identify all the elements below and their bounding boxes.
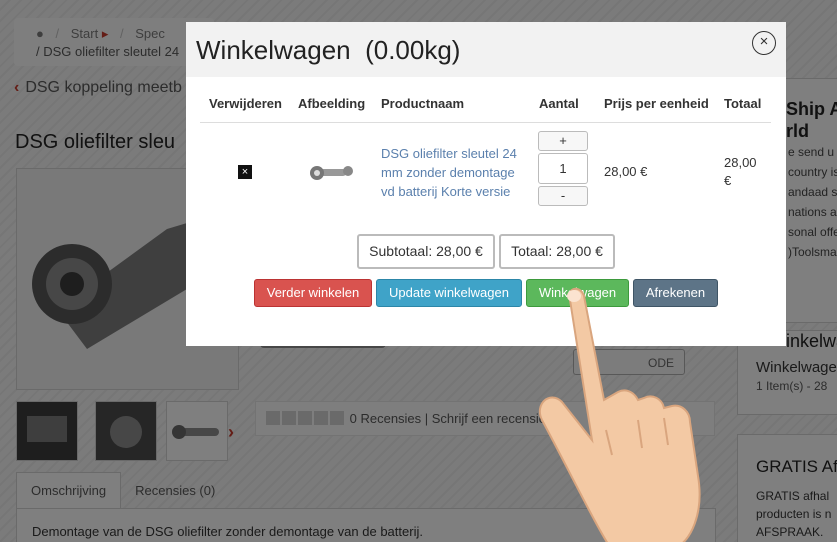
unit-price: 28,00 € — [604, 164, 648, 179]
pointing-hand-icon — [539, 287, 701, 542]
subtotal-box: Subtotaal: 28,00 € — [357, 234, 495, 269]
col-header-remove: Verwijderen — [209, 96, 282, 111]
update-cart-button[interactable]: Update winkelwagen — [376, 279, 522, 307]
product-thumbnail[interactable] — [308, 160, 356, 184]
divider — [200, 122, 771, 123]
quantity-decrease-button[interactable]: - — [538, 186, 588, 206]
modal-header: Winkelwagen (0.00kg) × — [186, 22, 786, 77]
remove-item-icon[interactable]: × — [238, 165, 252, 179]
close-icon[interactable]: × — [752, 31, 776, 55]
total-box: Totaal: 28,00 € — [499, 234, 615, 269]
col-header-unit-price: Prijs per eenheid — [604, 96, 709, 111]
quantity-increase-button[interactable]: + — [538, 131, 588, 151]
product-name-link[interactable]: DSG oliefilter sleutel 24 mm zonder demo… — [381, 144, 526, 201]
col-header-total: Totaal — [724, 96, 762, 111]
line-total: 28,00 € — [724, 155, 757, 188]
col-header-image: Afbeelding — [298, 96, 366, 111]
quantity-input[interactable] — [538, 153, 588, 184]
col-header-product: Productnaam — [381, 96, 465, 111]
col-header-quantity: Aantal — [539, 96, 579, 111]
continue-shopping-button[interactable]: Verder winkelen — [254, 279, 372, 307]
modal-title: Winkelwagen (0.00kg) — [196, 35, 461, 65]
